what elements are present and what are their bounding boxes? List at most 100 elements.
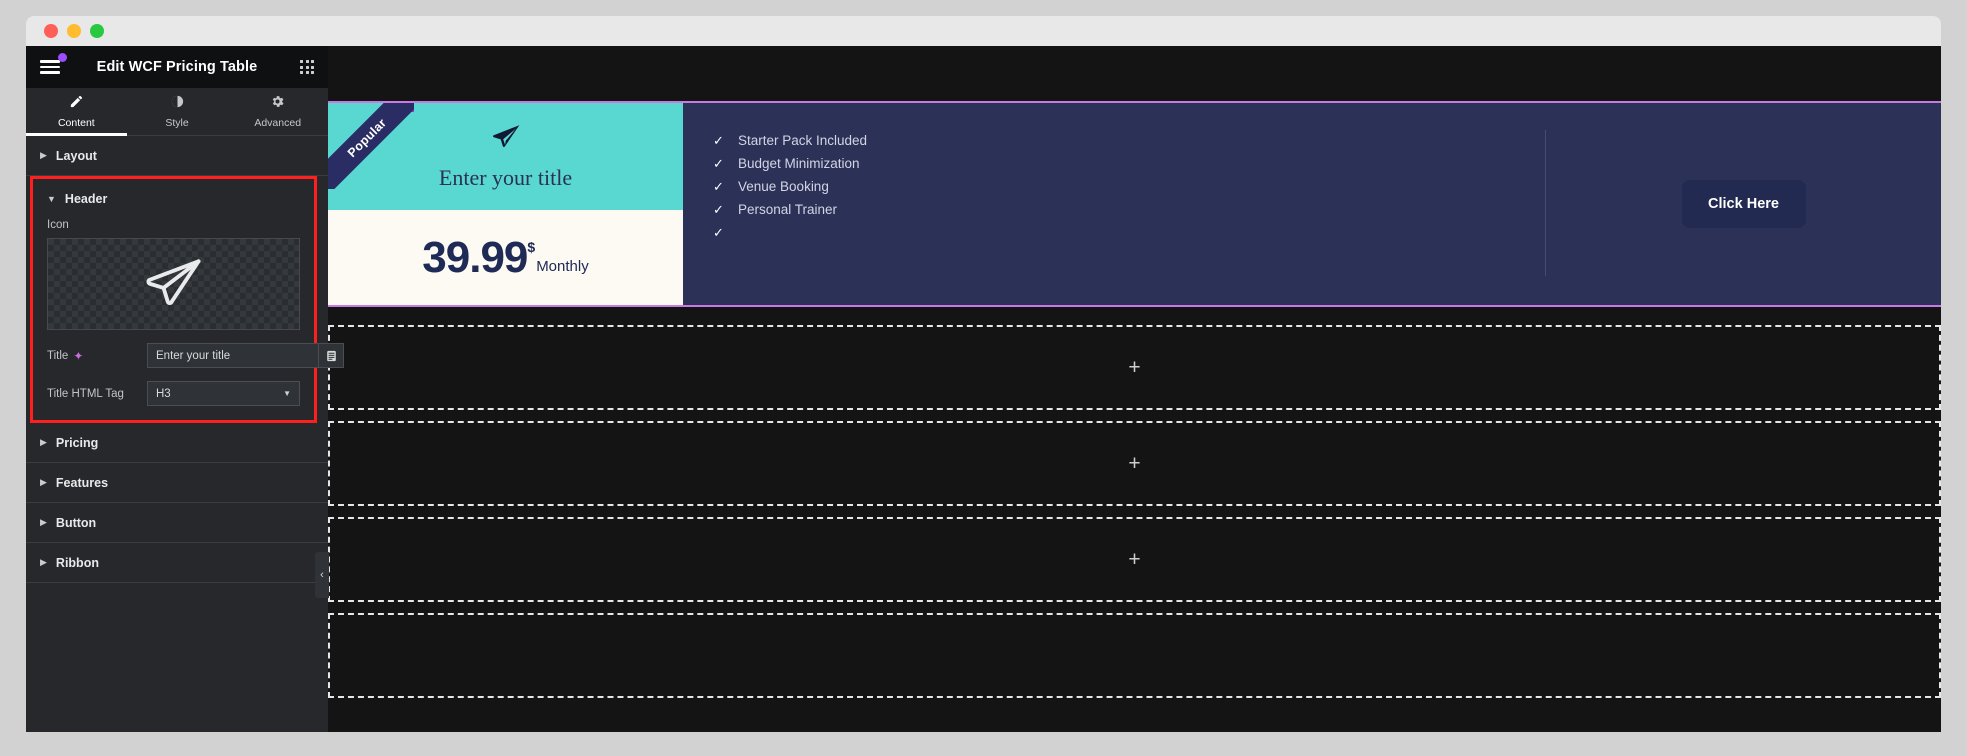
title-html-tag-select[interactable]: H3 ▼ <box>147 381 300 406</box>
gear-icon <box>270 94 285 113</box>
caret-right-icon: ▶ <box>40 477 47 487</box>
check-icon: ✓ <box>713 155 724 171</box>
paper-plane-icon <box>490 122 522 159</box>
caret-right-icon: ▶ <box>40 557 47 567</box>
section-header-body: Icon Title ✦ Enter your title Title HTML… <box>33 219 344 420</box>
caret-right-icon: ▶ <box>40 517 47 527</box>
grid-dot <box>305 65 309 69</box>
section-ribbon[interactable]: ▶ Ribbon <box>26 543 328 583</box>
feature-item: ✓ Budget Minimization <box>713 152 1546 175</box>
plus-icon: + <box>1128 548 1141 571</box>
dropzone[interactable]: + <box>328 517 1941 602</box>
grid-dot <box>300 65 303 69</box>
section-pricing-label: Pricing <box>55 435 99 450</box>
plus-icon: + <box>1128 452 1141 475</box>
section-layout-label: Layout <box>55 148 97 163</box>
feature-label: Personal Trainer <box>738 202 838 217</box>
caret-down-icon: ▼ <box>47 194 56 204</box>
grid-dot <box>311 60 314 63</box>
tab-advanced-label: Advanced <box>254 117 302 129</box>
menu-bar <box>40 60 60 63</box>
contrast-icon <box>170 94 185 113</box>
feature-item: ✓ <box>713 221 1546 244</box>
title-input-combo <box>147 343 344 368</box>
plus-icon: + <box>1128 356 1141 379</box>
panel-title: Edit WCF Pricing Table <box>96 59 258 75</box>
price-currency: $ <box>527 238 536 255</box>
features-column: ✓ Starter Pack Included ✓ Budget Minimiz… <box>683 103 1546 305</box>
ai-sparkle-icon[interactable]: ✦ <box>73 350 83 362</box>
plan-title: Enter your title <box>438 165 573 190</box>
window-close-button[interactable] <box>44 24 58 38</box>
section-layout[interactable]: ▶ Layout <box>26 136 328 176</box>
plan-price-box: 39.99 $ Monthly <box>328 210 683 305</box>
paper-plane-icon <box>143 253 205 315</box>
chevron-left-icon[interactable]: ‹ <box>315 552 329 598</box>
section-header-label: Header <box>64 192 108 206</box>
feature-label: Budget Minimization <box>738 156 860 171</box>
grid-dot <box>311 65 314 69</box>
pencil-icon <box>69 94 84 113</box>
window-titlebar <box>26 16 1941 46</box>
cta-column: Click Here <box>1546 103 1941 305</box>
grid-dot <box>305 71 309 74</box>
title-html-tag-value: H3 <box>156 387 171 400</box>
tab-advanced[interactable]: Advanced <box>227 88 328 135</box>
grid-dot <box>300 60 303 63</box>
feature-item: ✓ Starter Pack Included <box>713 129 1546 152</box>
menu-bar <box>40 71 60 74</box>
icon-field-label: Icon <box>47 219 69 231</box>
editor-panel: Edit WCF Pricing Table Content Style Adv… <box>26 46 344 732</box>
check-icon: ✓ <box>713 224 724 240</box>
feature-label: Venue Booking <box>738 179 829 194</box>
check-icon: ✓ <box>713 201 724 217</box>
dropzone[interactable]: + <box>328 421 1941 506</box>
price-period: Monthly <box>536 258 589 276</box>
section-features-label: Features <box>55 475 109 490</box>
feature-item: ✓ Personal Trainer <box>713 198 1546 221</box>
click-here-button[interactable]: Click Here <box>1681 180 1806 228</box>
tab-content[interactable]: Content <box>26 88 127 136</box>
title-input[interactable] <box>147 343 318 368</box>
apps-grid-icon[interactable] <box>300 60 314 74</box>
panel-topbar: Edit WCF Pricing Table <box>26 46 328 88</box>
plan-header: Enter your title <box>328 103 683 210</box>
dynamic-tags-icon[interactable] <box>318 343 344 368</box>
price-value: 39.99 <box>422 232 528 282</box>
tab-style-label: Style <box>165 117 189 129</box>
feature-item: ✓ Venue Booking <box>713 175 1546 198</box>
grid-dot <box>300 71 303 74</box>
icon-preview[interactable] <box>47 238 300 330</box>
section-features[interactable]: ▶ Features <box>26 463 328 503</box>
dropzone[interactable] <box>328 613 1941 698</box>
grid-dot <box>305 60 309 63</box>
caret-right-icon: ▶ <box>40 437 47 447</box>
section-header-toggle[interactable]: ▼ Header <box>33 179 314 219</box>
panel-tabs: Content Style Advanced <box>26 88 328 136</box>
section-button-label: Button <box>55 515 97 530</box>
column-divider <box>1545 130 1546 276</box>
title-tag-field-row: Title HTML Tag H3 ▼ <box>47 381 300 406</box>
check-icon: ✓ <box>713 132 724 148</box>
section-button[interactable]: ▶ Button <box>26 503 328 543</box>
window-minimize-button[interactable] <box>67 24 81 38</box>
tab-style[interactable]: Style <box>127 88 228 135</box>
title-field-row: Title ✦ <box>47 343 344 368</box>
window-body: Edit WCF Pricing Table Content Style Adv… <box>26 46 1941 732</box>
pricing-table-widget[interactable]: Popular Enter your title 39.99 $ Monthly… <box>326 101 1941 307</box>
title-field-label: Title ✦ <box>47 348 84 363</box>
hamburger-menu-icon[interactable] <box>40 53 67 80</box>
title-tag-label: Title HTML Tag <box>47 387 124 400</box>
check-icon: ✓ <box>713 178 724 194</box>
price-group: 39.99 $ Monthly <box>422 232 589 282</box>
feature-label: Starter Pack Included <box>738 133 868 148</box>
section-ribbon-label: Ribbon <box>55 555 99 570</box>
app-window: Edit WCF Pricing Table Content Style Adv… <box>0 0 1967 756</box>
menu-bar <box>40 65 60 69</box>
notification-dot <box>58 53 67 62</box>
dropzone[interactable]: + <box>328 325 1941 410</box>
caret-right-icon: ▶ <box>40 150 47 160</box>
chevron-down-icon: ▼ <box>283 389 291 398</box>
window-maximize-button[interactable] <box>90 24 104 38</box>
section-pricing[interactable]: ▶ Pricing <box>26 423 328 463</box>
